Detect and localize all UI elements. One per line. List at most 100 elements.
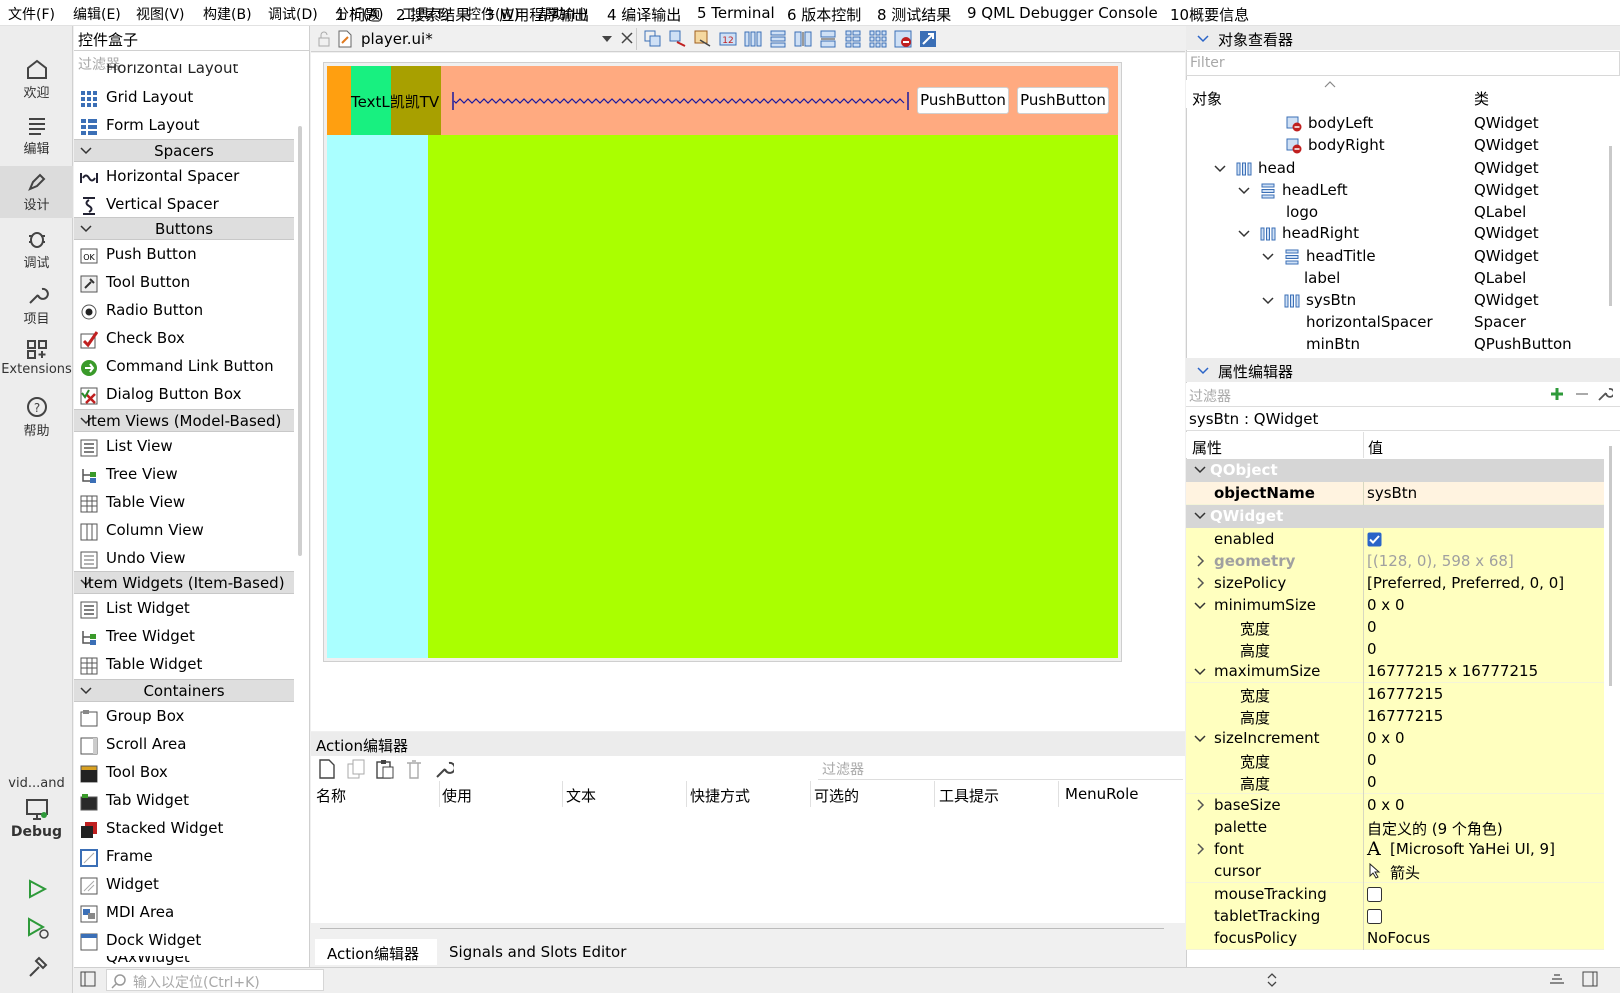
property-row[interactable]: font A [Microsoft YaHei UI, 9] bbox=[1186, 838, 1604, 861]
mode-extensions[interactable]: Extensions bbox=[0, 338, 73, 377]
checkbox-unchecked[interactable] bbox=[1367, 887, 1382, 902]
delete-action-icon[interactable] bbox=[405, 759, 423, 779]
mode-help[interactable]: ? 帮助 bbox=[0, 396, 73, 439]
output-pane-compile[interactable]: 4 编译输出 bbox=[607, 4, 681, 25]
toggle-sidebar-icon[interactable] bbox=[80, 971, 96, 987]
form-push-button-2[interactable]: PushButton bbox=[1017, 87, 1109, 114]
widget-item-tree-view[interactable]: Tree View bbox=[78, 462, 294, 490]
chevron-right-icon[interactable] bbox=[1196, 555, 1206, 567]
debug-run-button[interactable] bbox=[26, 916, 50, 940]
object-tree-row[interactable]: bodyLeft QWidget bbox=[1186, 113, 1604, 135]
build-button[interactable] bbox=[26, 956, 50, 980]
remove-property-icon[interactable] bbox=[1574, 386, 1590, 402]
edit-tab-order-icon[interactable]: 12 bbox=[719, 30, 737, 48]
paste-action-icon[interactable] bbox=[376, 759, 394, 779]
property-row[interactable]: 高度 0 bbox=[1186, 771, 1604, 794]
form-text-label[interactable]: TextL凯凯TV bbox=[351, 91, 439, 112]
column-header[interactable]: 快捷方式 bbox=[690, 785, 750, 806]
widget-category-spacers[interactable]: Spacers bbox=[74, 139, 294, 162]
property-row[interactable]: objectName sysBtn bbox=[1186, 482, 1604, 505]
property-row[interactable]: mouseTracking bbox=[1186, 883, 1604, 906]
widget-item-grid-layout[interactable]: Grid Layout bbox=[78, 85, 294, 113]
widget-item-dialog-button-box[interactable]: Dialog Button Box bbox=[78, 382, 294, 410]
action-filter-input[interactable]: 过滤器 bbox=[818, 756, 1183, 780]
mode-edit[interactable]: 编辑 bbox=[0, 114, 73, 157]
property-row[interactable]: 高度 16777215 bbox=[1186, 705, 1604, 728]
widget-category-buttons[interactable]: Buttons bbox=[74, 217, 294, 240]
mode-welcome[interactable]: 欢迎 bbox=[0, 58, 73, 101]
checkbox-unchecked[interactable] bbox=[1367, 909, 1382, 924]
chevron-down-icon[interactable] bbox=[1262, 252, 1274, 262]
property-row[interactable]: baseSize 0 x 0 bbox=[1186, 794, 1604, 817]
object-tree-scrollbar[interactable] bbox=[1609, 146, 1612, 306]
output-pane-vcs[interactable]: 6 版本控制 bbox=[787, 4, 861, 25]
widget-item-tree-widget[interactable]: Tree Widget bbox=[78, 624, 294, 652]
widget-item-widget[interactable]: Widget bbox=[78, 872, 294, 900]
chevron-right-icon[interactable] bbox=[1196, 577, 1206, 589]
output-pane-app-output[interactable]: 3 应用程序输出 bbox=[485, 4, 589, 25]
output-pane-search[interactable]: 2 搜索结果 bbox=[396, 4, 470, 25]
form-push-button-1[interactable]: PushButton bbox=[917, 87, 1009, 114]
widget-item-tool-button[interactable]: Tool Button bbox=[78, 270, 294, 298]
column-header[interactable]: MenuRole bbox=[1065, 785, 1139, 803]
widget-category-containers[interactable]: Containers bbox=[74, 679, 294, 702]
updown-arrow-icon[interactable] bbox=[1267, 972, 1277, 988]
column-header-class[interactable]: 类 bbox=[1474, 88, 1489, 109]
widget-item-stacked-widget[interactable]: Stacked Widget bbox=[78, 816, 294, 844]
break-layout-icon[interactable] bbox=[894, 30, 912, 48]
widget-item-radio-button[interactable]: Radio Button bbox=[78, 298, 294, 326]
chevron-down-icon[interactable] bbox=[1194, 734, 1206, 744]
widget-category-item-views[interactable]: Item Views (Model-Based) bbox=[74, 409, 294, 432]
widget-item-command-link-button[interactable]: Command Link Button bbox=[78, 354, 294, 382]
tab-signals-slots[interactable]: Signals and Slots Editor bbox=[449, 943, 626, 961]
property-row[interactable]: 宽度 16777215 bbox=[1186, 683, 1604, 706]
column-header[interactable]: 可选的 bbox=[814, 785, 859, 806]
widget-item-check-box[interactable]: Check Box bbox=[78, 326, 294, 354]
widget-item-tool-box[interactable]: Tool Box bbox=[78, 760, 294, 788]
form-horizontal-spacer[interactable] bbox=[452, 90, 910, 112]
chevron-down-icon[interactable] bbox=[1238, 186, 1250, 196]
chevron-down-icon[interactable] bbox=[1197, 34, 1209, 44]
object-tree-row[interactable]: minBtn QPushButton bbox=[1186, 334, 1604, 356]
property-group-qobject[interactable]: QObject bbox=[1186, 459, 1604, 482]
widget-item-dock-widget[interactable]: Dock Widget bbox=[78, 928, 294, 956]
menu-debug[interactable]: 调试(D) bbox=[268, 4, 318, 24]
widget-item-scroll-area[interactable]: Scroll Area bbox=[78, 732, 294, 760]
object-tree-row[interactable]: horizontalSpacer Spacer bbox=[1186, 312, 1604, 334]
layout-vertical-icon[interactable] bbox=[769, 30, 787, 48]
property-row[interactable]: minimumSize 0 x 0 bbox=[1186, 594, 1604, 617]
run-button[interactable] bbox=[26, 878, 48, 900]
widget-box-scrollbar[interactable] bbox=[298, 126, 302, 556]
form-body-left[interactable] bbox=[327, 135, 428, 658]
add-property-icon[interactable] bbox=[1549, 386, 1565, 402]
form-body-right[interactable] bbox=[428, 135, 1118, 658]
object-tree-row[interactable]: label QLabel bbox=[1186, 268, 1604, 290]
widget-item-list-widget[interactable]: List Widget bbox=[78, 596, 294, 624]
property-row[interactable]: sizePolicy [Preferred, Preferred, 0, 0] bbox=[1186, 572, 1604, 595]
layout-splitter-v-icon[interactable] bbox=[819, 30, 837, 48]
checkbox-checked[interactable] bbox=[1367, 532, 1382, 547]
property-row[interactable]: cursor 箭头 bbox=[1186, 860, 1604, 883]
object-filter-input[interactable]: Filter bbox=[1186, 51, 1620, 76]
widget-item-table-view[interactable]: Table View bbox=[78, 490, 294, 518]
property-row[interactable]: 宽度 0 bbox=[1186, 749, 1604, 772]
widget-item-clipped[interactable]: Horizontal Layout bbox=[106, 64, 238, 78]
column-header-object[interactable]: 对象 bbox=[1192, 88, 1222, 109]
toggle-right-sidebar-icon[interactable] bbox=[1582, 971, 1598, 987]
mode-debug[interactable]: 调试 bbox=[0, 228, 73, 271]
menu-file[interactable]: 文件(F) bbox=[8, 4, 55, 24]
menu-build[interactable]: 构建(B) bbox=[203, 4, 252, 24]
property-row[interactable]: geometry [(128, 0), 598 x 68] bbox=[1186, 550, 1604, 573]
column-header[interactable]: 文本 bbox=[566, 785, 596, 806]
property-row[interactable]: focusPolicy NoFocus bbox=[1186, 927, 1604, 950]
kit-selector[interactable]: Debug bbox=[0, 798, 73, 840]
adjust-size-icon[interactable] bbox=[919, 30, 937, 48]
object-tree-row[interactable]: logo QLabel bbox=[1186, 202, 1604, 224]
chevron-down-icon[interactable] bbox=[1262, 296, 1274, 306]
column-header-value[interactable]: 值 bbox=[1368, 437, 1383, 458]
progress-details-icon[interactable] bbox=[1548, 971, 1566, 987]
configure-action-icon[interactable] bbox=[434, 759, 454, 779]
output-pane-general[interactable]: 10概要信息 bbox=[1170, 4, 1249, 25]
property-row[interactable]: 宽度 0 bbox=[1186, 616, 1604, 639]
object-tree-row[interactable]: headLeft QWidget bbox=[1186, 180, 1604, 202]
